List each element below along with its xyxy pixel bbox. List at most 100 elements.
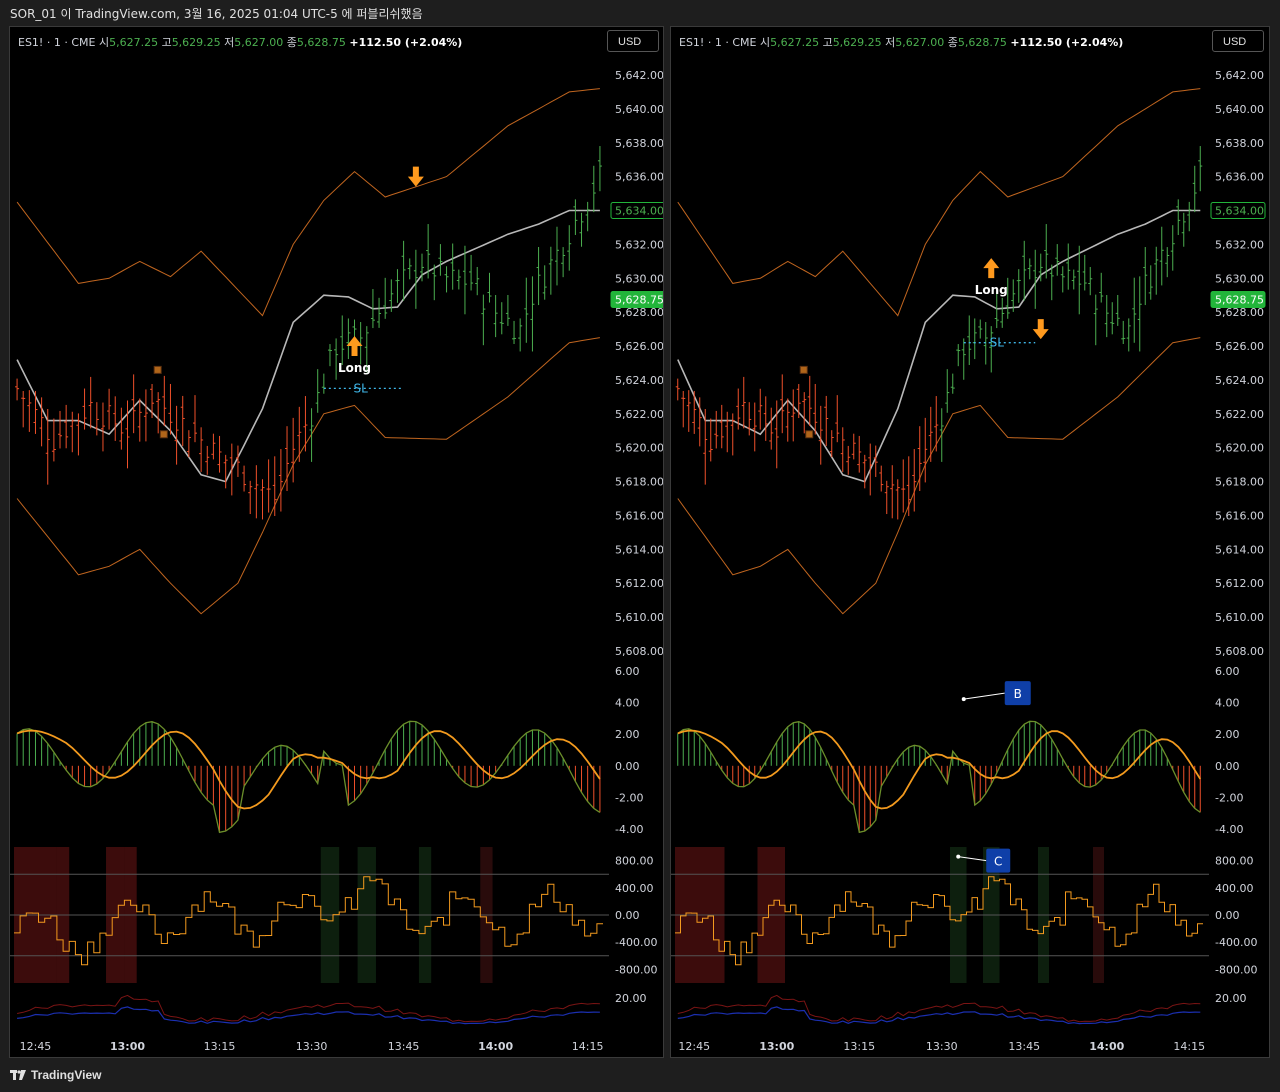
legend-close: 5,628.75 [296, 36, 346, 49]
legend-low: 5,627.00 [234, 36, 284, 49]
currency-button[interactable]: USD [1212, 30, 1264, 52]
legend-open-label: 시 [759, 36, 771, 49]
price-tick-label: 5,618.00 [615, 476, 664, 489]
price-tick-label: 5,626.00 [615, 340, 664, 353]
flow-tick-label: 800.00 [1215, 855, 1254, 868]
price-tick-label: 5,636.00 [1215, 171, 1264, 184]
flow-tick-label: 400.00 [615, 882, 654, 895]
callout-c-label: C [994, 855, 1002, 869]
price-tick-label: 5,608.00 [615, 645, 664, 658]
flow-tick-label: -400.00 [1215, 936, 1257, 949]
chart-pane-left[interactable]: 5,642.00 5,640.00 5,638.00 5,636.00 5,634.00… [9, 26, 664, 1058]
price-tick-label: 5,642.00 [615, 69, 664, 82]
tradingview-logo[interactable]: TradingView [10, 1068, 101, 1082]
price-tick-label: 5,624.00 [1215, 374, 1264, 387]
legend-change: +112.50 (+2.04%) [349, 36, 463, 49]
stop-loss-label: SL [990, 336, 1005, 350]
oscillator-tick-label: 4.00 [615, 697, 640, 710]
price-tick-label: 5,642.00 [1215, 69, 1264, 82]
stop-loss-label: SL [353, 381, 368, 395]
price-tick-label: 5,608.00 [1215, 645, 1264, 658]
legend-open-label: 시 [98, 36, 110, 49]
ma-price-tag: 5,634.00 [1215, 205, 1264, 218]
upper-band-line [677, 88, 1201, 317]
flow-tick-label: 0.00 [615, 909, 640, 922]
lower-red-line [677, 994, 1201, 1023]
chart-pane-right[interactable]: 5,642.00 5,640.00 5,638.00 5,636.00 5,634.00… [670, 26, 1270, 1058]
time-tick-label: 13:30 [296, 1040, 328, 1053]
oscillator-tick-label: 6.00 [1215, 665, 1240, 678]
last-price-tag: 5,628.75 [1215, 293, 1264, 306]
price-tick-label: 5,612.00 [1215, 577, 1264, 590]
oscillator-tick-label: -2.00 [1215, 791, 1243, 804]
signal-square-marker [805, 430, 814, 439]
time-tick-label: 14:00 [478, 1040, 513, 1053]
legend-low: 5,627.00 [895, 36, 945, 49]
signal-square-marker [153, 365, 162, 374]
price-tick-label: 5,630.00 [615, 272, 664, 285]
price-tick-label: 5,640.00 [1215, 103, 1264, 116]
long-arrow-icon [346, 336, 363, 357]
time-tick-label: 13:15 [204, 1040, 236, 1053]
oscillator-tick-label: 0.00 [1215, 760, 1240, 773]
flow-tick-label: 400.00 [1215, 882, 1254, 895]
chart-canvas-left[interactable]: 5,642.00 5,640.00 5,638.00 5,636.00 5,634.00… [10, 27, 664, 1058]
time-tick-label: 14:15 [572, 1040, 604, 1053]
price-tick-label: 5,616.00 [1215, 509, 1264, 522]
time-tick-label: 12:45 [20, 1040, 52, 1053]
long-label: Long [975, 283, 1008, 297]
legend-symbol: ES1! · 1 · CME [679, 36, 757, 49]
time-tick-label: 14:00 [1089, 1040, 1124, 1053]
price-tick-label: 5,638.00 [1215, 137, 1264, 150]
time-tick-label: 13:45 [1008, 1040, 1040, 1053]
ohlc-legend: ES1! · 1 · CME 시5,627.25 고5,629.25 저5,62… [679, 34, 1123, 50]
time-tick-label: 13:45 [388, 1040, 420, 1053]
oscillator-tick-label: -4.00 [1215, 823, 1243, 836]
time-tick-label: 12:45 [678, 1040, 710, 1053]
legend-high: 5,629.25 [832, 36, 882, 49]
price-tick-label: 5,612.00 [615, 577, 664, 590]
price-tick-label: 5,624.00 [615, 374, 664, 387]
long-arrow-icon [983, 258, 1000, 279]
moving-average-line [16, 209, 600, 483]
price-tick-label: 5,628.00 [615, 306, 664, 319]
oscillator-tick-label: 6.00 [615, 665, 640, 678]
legend-close-label: 종 [286, 36, 297, 49]
ma-price-tag: 5,634.00 [615, 205, 664, 218]
ohlc-legend: ES1! · 1 · CME 시5,627.25 고5,629.25 저5,62… [18, 34, 462, 50]
legend-symbol: ES1! · 1 · CME [18, 36, 96, 49]
moving-average-line [677, 209, 1201, 483]
price-tick-label: 5,616.00 [615, 509, 664, 522]
currency-button[interactable]: USD [607, 30, 659, 52]
oscillator-tick-label: 0.00 [615, 760, 640, 773]
price-tick-label: 5,632.00 [615, 238, 664, 251]
flow-tick-label: -400.00 [615, 936, 657, 949]
callout-c-dot [956, 854, 961, 859]
flow-tick-label: 800.00 [615, 855, 654, 868]
window-title: SOR_01 이 TradingView.com, 3월 16, 2025 01… [10, 7, 423, 21]
legend-open: 5,627.25 [109, 36, 159, 49]
flow-step-line [675, 876, 1203, 966]
tv-logo-icon [10, 1070, 26, 1080]
legend-low-label: 저 [885, 36, 896, 49]
lower-blue-line [17, 1006, 600, 1025]
lower-tick-label: 20.00 [1215, 992, 1247, 1005]
chart-canvas-right[interactable]: 5,642.00 5,640.00 5,638.00 5,636.00 5,634.00… [671, 27, 1270, 1058]
signal-square-marker [799, 365, 808, 374]
price-tick-label: 5,610.00 [1215, 611, 1264, 624]
lower-tick-label: 20.00 [615, 992, 647, 1005]
callout-b-label: B [1014, 687, 1022, 701]
oscillator-tick-label: 4.00 [1215, 697, 1240, 710]
legend-low-label: 저 [224, 36, 235, 49]
price-tick-label: 5,632.00 [1215, 238, 1264, 251]
price-tick-label: 5,636.00 [615, 171, 664, 184]
time-tick-label: 13:30 [926, 1040, 958, 1053]
lower-band-line [16, 337, 600, 615]
short-arrow-icon [1032, 319, 1049, 340]
time-tick-label: 13:00 [759, 1040, 794, 1053]
price-tick-label: 5,610.00 [615, 611, 664, 624]
lower-red-line [17, 994, 600, 1023]
price-tick-label: 5,614.00 [1215, 543, 1264, 556]
flow-tick-label: -800.00 [615, 963, 657, 976]
price-tick-label: 5,618.00 [1215, 476, 1264, 489]
